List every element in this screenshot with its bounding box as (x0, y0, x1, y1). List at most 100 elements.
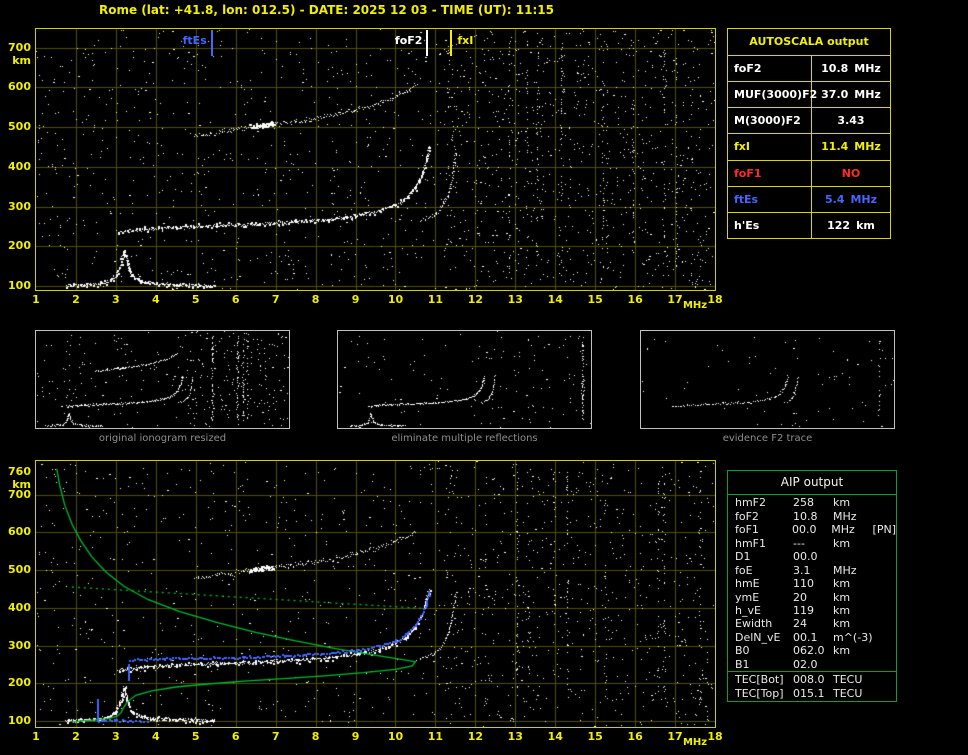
autoscala-screen: { "header": { "title": "Rome (lat: +41.8… (0, 0, 968, 755)
x-axis-label-4: 4 (151, 730, 160, 743)
y-axis-label-100: 100 (8, 279, 31, 293)
autoscala-row-muf-3000-f2: MUF(3000)F2 37.0 MHz (728, 82, 890, 109)
aip-row-hmf1: hmF1 --- km (735, 536, 896, 550)
aip-row-yme: ymE 20 km (735, 590, 896, 604)
y-axis-label-200: 200 (8, 676, 31, 690)
y-axis-label-400: 400 (8, 159, 31, 173)
aip-param-value: 015.1 (793, 687, 825, 701)
autoscala-value-fxi: 11.4 MHz (812, 134, 890, 159)
y-axis-label-700: 700 (8, 40, 31, 54)
aip-param-name: TEC[Top] (735, 687, 784, 701)
autoscala-value-h-es: 122 km (812, 213, 890, 238)
x-axis-label-6: 6 (231, 293, 240, 306)
y-axis-label-500: 500 (8, 563, 31, 577)
x-axis-label-12: 12 (467, 730, 483, 743)
thumbnail-cleaned-ionogram (337, 330, 592, 429)
autoscala-param-ftes: ftEs (728, 186, 812, 212)
aip-param-value: 20 (793, 590, 807, 604)
aip-param-value: 00.0 (791, 523, 817, 537)
x-axis-label-1: 1 (32, 730, 40, 743)
aip-param-name: B0 (735, 644, 750, 658)
bottom-ionogram-canvas (36, 461, 715, 727)
station-title: Rome (lat: +41.8, lon: 012.5) - DATE: 20… (99, 3, 554, 17)
aip-param-unit: km (833, 617, 851, 631)
aip-param-unit: km (833, 603, 851, 617)
x-axis-label-13: 13 (507, 293, 523, 306)
autoscala-value-unit: MHz (854, 88, 881, 102)
aip-output-table: AIP output hmF2 258 km foF2 10.8 MHz foF1 00.0 M… (727, 470, 897, 702)
autoscala-value-unit: km (856, 218, 875, 232)
aip-row-fof1: foF1 00.0 MHz [PN] (735, 523, 896, 536)
aip-param-value: 02.0 (793, 657, 818, 671)
autoscala-row-fof2: foF2 10.8 MHz (728, 56, 890, 83)
x-axis-label-2: 2 (72, 293, 80, 306)
x-axis-label-7: 7 (271, 730, 280, 743)
aip-param-unit: km (833, 590, 851, 604)
aip-param-value: 119 (793, 603, 814, 617)
y-axis-label-760: 760 (8, 464, 31, 478)
aip-row-foe: foE 3.1 MHz (735, 563, 896, 577)
bottom-ionogram-plot (35, 460, 716, 728)
aip-param-unit: m^(-3) (833, 630, 873, 644)
aip-param-name: DelN_vE (735, 630, 781, 644)
aip-row-deln-ve: DelN_vE 00.1 m^(-3) (735, 631, 896, 644)
x-axis-label-8: 8 (311, 730, 320, 743)
thumbnail-original-canvas (36, 331, 289, 428)
thumbnail-f2-trace-canvas (641, 331, 894, 428)
autoscala-param-h-es: h'Es (728, 212, 812, 238)
autoscala-param-fof2: foF2 (728, 56, 812, 82)
autoscala-value-number: 11.4 (821, 140, 849, 154)
aip-param-value: 00.1 (793, 630, 818, 644)
thumbnail-caption-original: original ionogram resized (98, 433, 227, 444)
top-ionogram-canvas (36, 29, 715, 290)
autoscala-param-m-3000-f2: M(3000)F2 (728, 108, 812, 134)
thumbnail-original-ionogram (35, 330, 290, 429)
autoscala-table-rows: foF2 10.8 MHz MUF(3000)F2 37.0 MHz M(3000)F2 3.… (728, 56, 890, 238)
y-axis-label-600: 600 (8, 525, 31, 539)
aip-param-value: 24 (793, 617, 807, 631)
aip-row-hmf2: hmF2 258 km (735, 496, 896, 509)
x-axis-label-9: 9 (351, 293, 360, 306)
autoscala-value-fof1: NO (812, 161, 890, 186)
aip-param-unit: TECU (833, 672, 863, 686)
autoscala-value-unit: MHz (854, 62, 881, 76)
autoscala-row-fxi: fxI 11.4 MHz (728, 134, 890, 161)
autoscala-table-title: AUTOSCALA output (728, 29, 890, 56)
aip-param-note: [PN] (872, 523, 896, 537)
y-axis-label-700: 700 (8, 487, 31, 501)
aip-param-value: 110 (793, 577, 814, 591)
aip-param-name: h_vE (735, 603, 761, 617)
aip-param-name: ymE (735, 590, 760, 604)
aip-param-unit: TECU (833, 687, 863, 701)
x-axis-label-11: 11 (427, 293, 444, 306)
aip-param-unit: MHz (833, 509, 857, 523)
x-axis-label-3: 3 (112, 730, 120, 743)
aip-row-h-ve: h_vE 119 km (735, 604, 896, 617)
y-axis-label-100: 100 (8, 713, 31, 727)
x-axis-label-6: 6 (231, 730, 240, 743)
aip-param-unit: MHz (833, 563, 857, 577)
aip-param-value: 3.1 (793, 563, 811, 577)
x-axis-label-5: 5 (191, 730, 200, 743)
aip-param-name: foF1 (735, 523, 759, 537)
autoscala-output-table: AUTOSCALA output foF2 10.8 MHz MUF(3000)F2 3… (727, 28, 891, 239)
autoscala-param-fxi: fxI (728, 134, 812, 160)
aip-param-value: 258 (793, 496, 814, 510)
aip-param-name: foE (735, 563, 753, 577)
y-axis-label-600: 600 (8, 80, 31, 94)
x-axis-label-8: 8 (311, 293, 320, 306)
aip-row-hme: hmE 110 km (735, 577, 896, 590)
x-axis-label-9: 9 (351, 730, 360, 743)
y-axis-label-500: 500 (8, 120, 31, 134)
aip-param-value: --- (793, 536, 805, 550)
autoscala-value-unit: MHz (854, 140, 881, 154)
aip-param-unit: km (833, 536, 851, 550)
thumbnail-caption-cleaned: eliminate multiple reflections (391, 433, 538, 444)
aip-table-rows: hmF2 258 km foF2 10.8 MHz foF1 00.0 MHz [PN] hmF1 -… (728, 495, 896, 671)
autoscala-value-number: 37.0 (821, 88, 849, 102)
autoscala-value-ftes: 5.4 MHz (812, 187, 890, 212)
aip-row-ewidth: Ewidth 24 km (735, 617, 896, 630)
autoscala-value-number: 122 (827, 218, 851, 232)
autoscala-row-fof1: foF1 NO (728, 160, 890, 187)
autoscala-value-m-3000-f2: 3.43 (812, 108, 890, 133)
